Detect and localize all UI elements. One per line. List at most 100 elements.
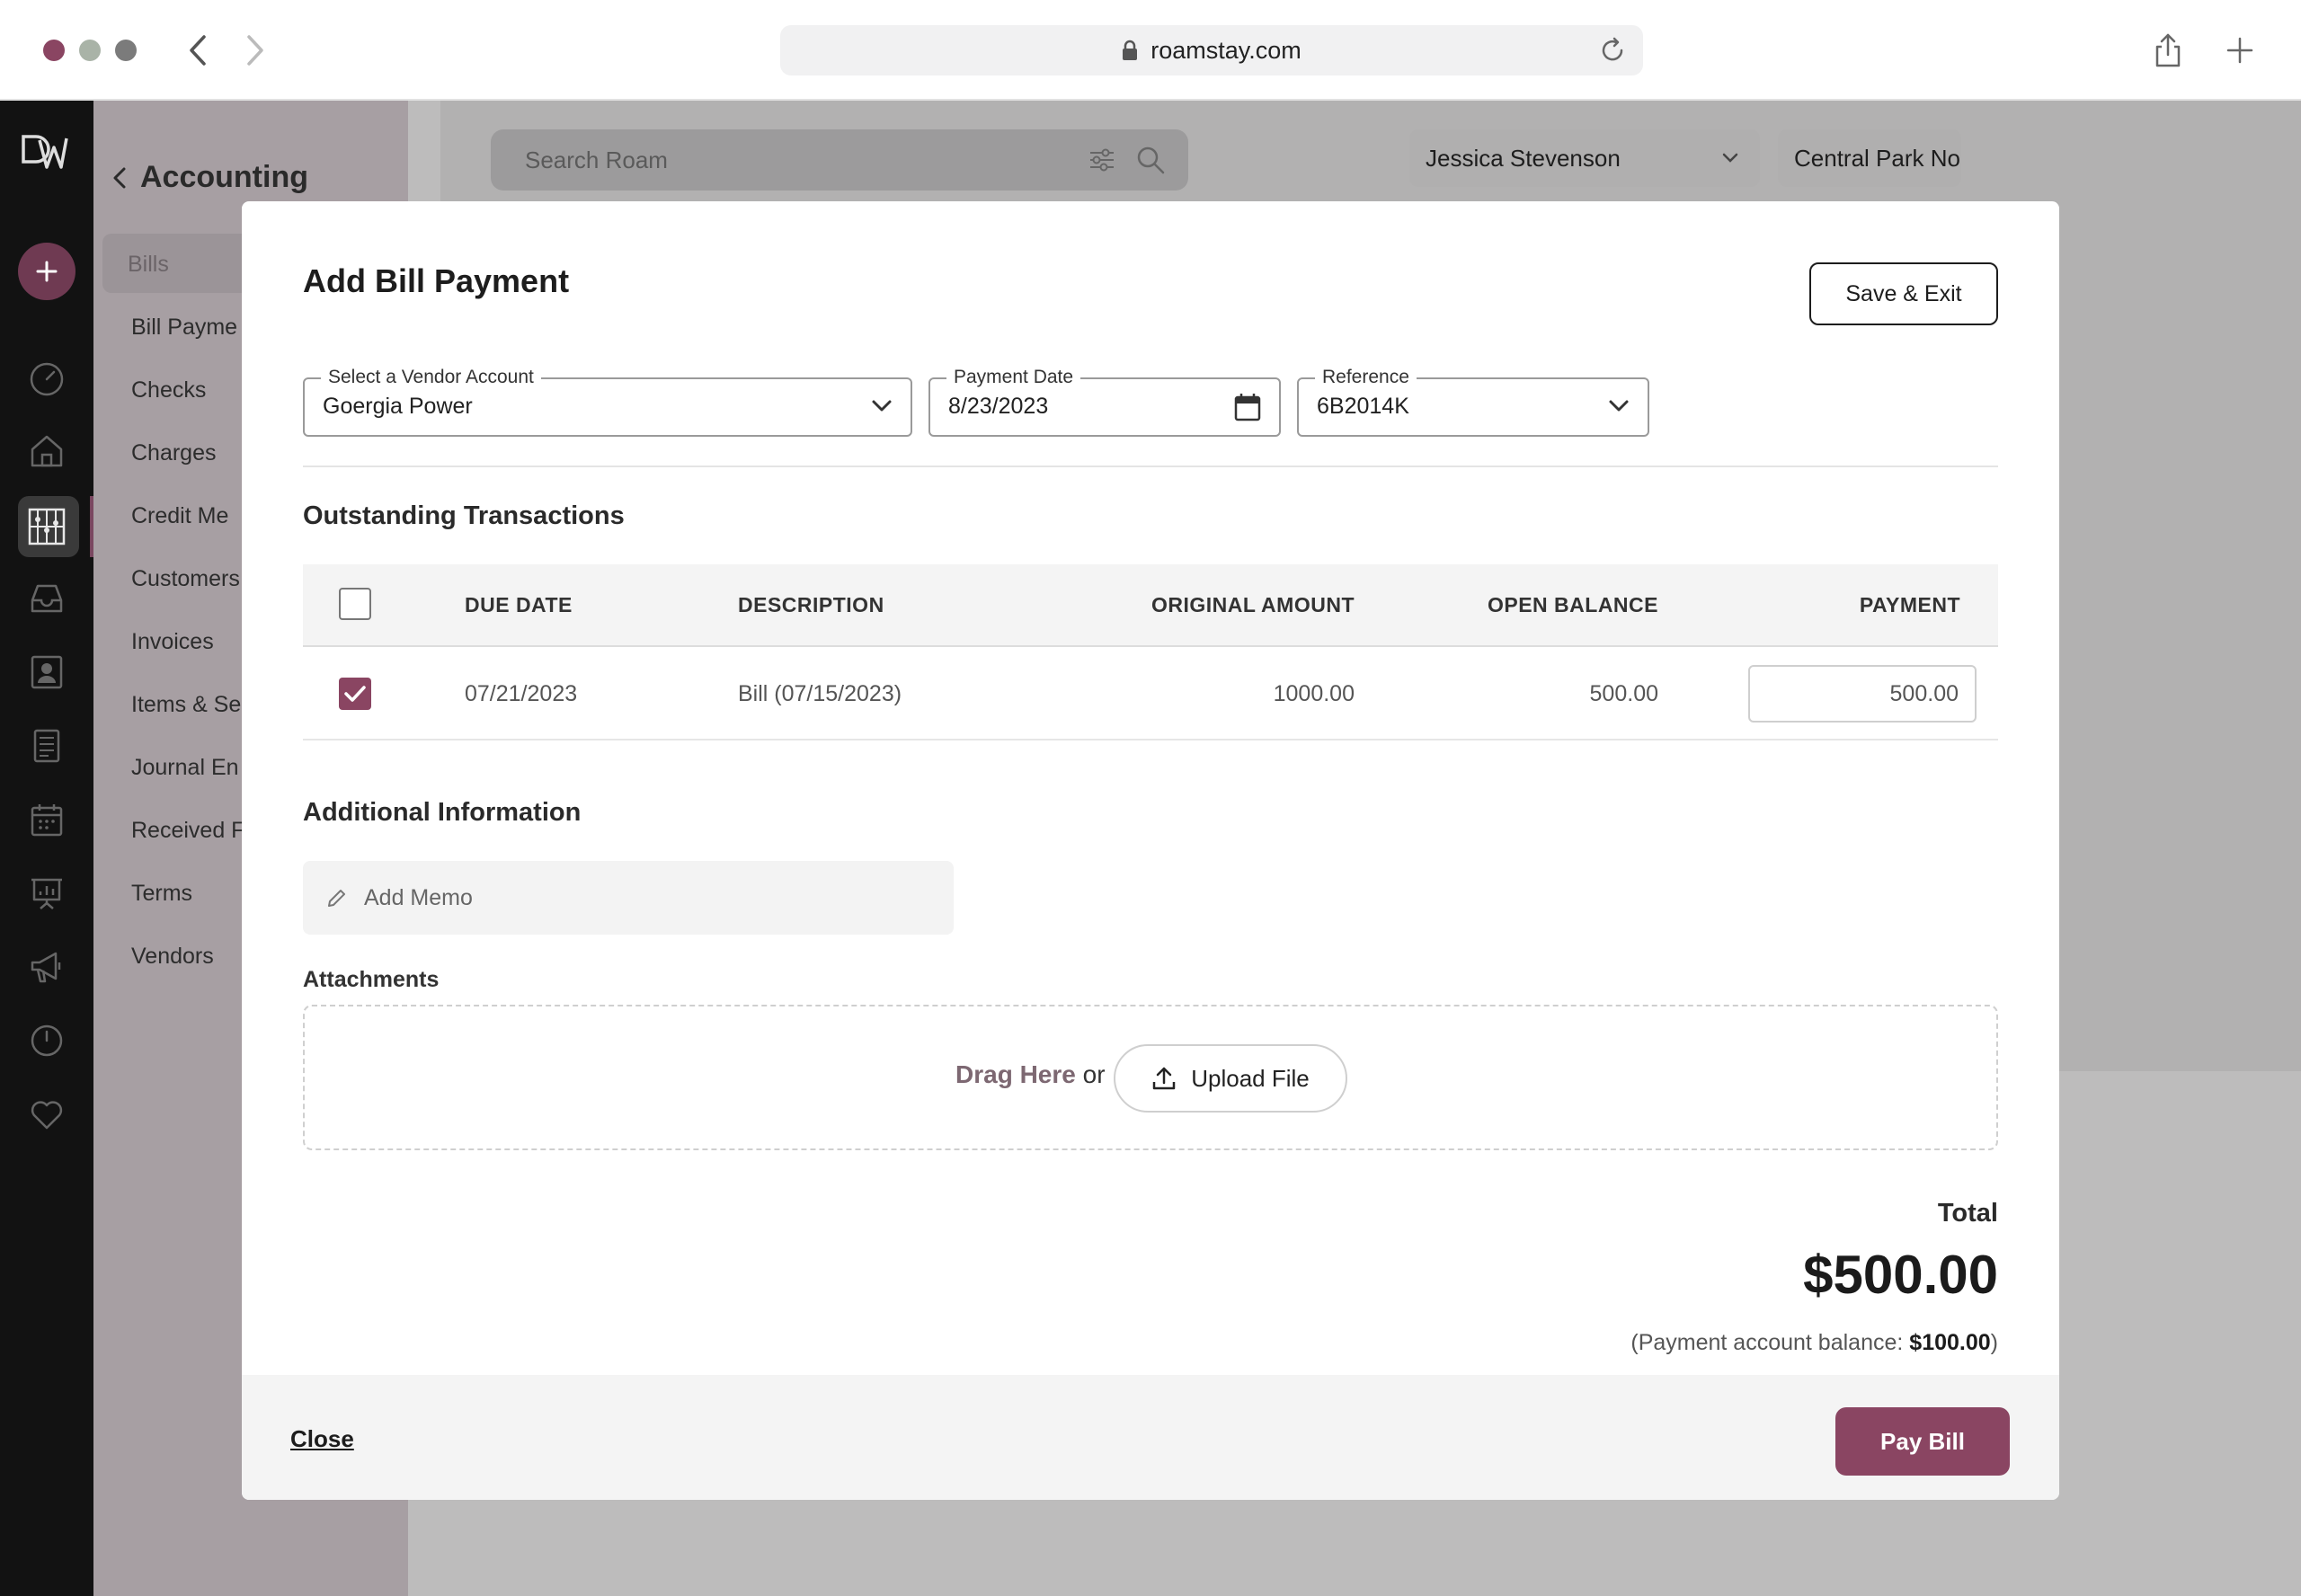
chevron-down-icon xyxy=(1722,153,1738,163)
total-label: Total xyxy=(1937,1199,1998,1228)
sidebar-item-received-payments[interactable]: Received F xyxy=(131,818,244,844)
pencil-icon xyxy=(328,890,345,907)
chevron-down-icon xyxy=(871,399,893,413)
window-close-dot[interactable] xyxy=(43,40,65,61)
memo-input[interactable]: Add Memo xyxy=(303,861,954,935)
search-icon[interactable] xyxy=(1136,146,1165,174)
contacts-icon[interactable] xyxy=(27,652,67,692)
upload-file-label: Upload File xyxy=(1191,1064,1310,1092)
column-original-amount[interactable]: ORIGINAL AMOUNT xyxy=(1151,593,1355,617)
share-icon[interactable] xyxy=(2145,27,2191,74)
column-payment[interactable]: PAYMENT xyxy=(1860,593,1960,617)
reference-select[interactable]: Reference 6B2014K xyxy=(1297,367,1649,437)
megaphone-icon[interactable] xyxy=(27,947,67,987)
presentation-icon[interactable] xyxy=(27,873,67,913)
home-icon[interactable] xyxy=(27,431,67,471)
section-divider xyxy=(303,466,1998,467)
row-checkbox[interactable] xyxy=(339,678,371,710)
modal-title: Add Bill Payment xyxy=(303,262,570,299)
sidebar-item-credit-memos[interactable]: Credit Me xyxy=(131,503,228,529)
filter-icon[interactable] xyxy=(1088,146,1116,174)
reports-icon[interactable] xyxy=(27,726,67,766)
transactions-table-header: DUE DATE DESCRIPTION ORIGINAL AMOUNT OPE… xyxy=(303,564,1998,647)
close-link[interactable]: Close xyxy=(290,1425,354,1453)
heart-icon[interactable] xyxy=(27,1095,67,1134)
sidebar-item-checks[interactable]: Checks xyxy=(131,377,206,403)
modal-footer: Close Pay Bill xyxy=(242,1375,2059,1500)
column-due-date[interactable]: DUE DATE xyxy=(465,593,573,617)
balance-value: $100.00 xyxy=(1909,1330,1991,1355)
new-tab-icon[interactable] xyxy=(2217,27,2263,74)
chevron-down-icon xyxy=(1608,399,1630,413)
property-selector[interactable]: Central Park No xyxy=(1778,129,1961,187)
additional-information-title: Additional Information xyxy=(303,798,582,827)
property-name: Central Park No xyxy=(1794,144,1960,172)
attachment-dropzone[interactable]: Drag Here or Upload File xyxy=(303,1005,1998,1150)
search-input[interactable]: Search Roam xyxy=(491,129,1188,191)
forward-arrow-icon[interactable] xyxy=(237,27,273,74)
sidebar-item-bills[interactable]: Bills xyxy=(128,252,169,278)
add-icon[interactable] xyxy=(18,243,76,300)
calendar-icon[interactable] xyxy=(1234,393,1261,421)
reference-label: Reference xyxy=(1315,367,1417,388)
payment-date-value: 8/23/2023 xyxy=(948,394,1049,419)
lock-icon xyxy=(1122,40,1138,61)
sidebar-item-customers[interactable]: Customers xyxy=(131,566,240,592)
chevron-left-icon[interactable] xyxy=(111,165,128,191)
vendor-account-value: Goergia Power xyxy=(323,394,473,419)
back-arrow-icon[interactable] xyxy=(180,27,216,74)
upload-file-button[interactable]: Upload File xyxy=(1114,1044,1347,1113)
sidebar-item-bill-payments[interactable]: Bill Payme xyxy=(131,315,237,341)
payment-amount-input[interactable]: 500.00 xyxy=(1748,665,1977,723)
sidebar-item-terms[interactable]: Terms xyxy=(131,881,192,907)
payment-account-balance: (Payment account balance: $100.00) xyxy=(1630,1330,1998,1356)
row-open-balance: 500.00 xyxy=(1589,681,1658,706)
icon-rail xyxy=(0,101,93,1596)
payment-date-field[interactable]: Payment Date 8/23/2023 xyxy=(928,367,1281,437)
dropzone-text: Drag Here or xyxy=(955,1060,1106,1089)
total-amount: $500.00 xyxy=(1803,1245,1998,1305)
checkmark-icon xyxy=(344,686,366,702)
inbox-icon[interactable] xyxy=(27,579,67,618)
user-selector[interactable]: Jessica Stevenson xyxy=(1409,129,1760,187)
add-bill-payment-modal: Add Bill Payment Save & Exit Select a Ve… xyxy=(242,201,2059,1500)
calendar-icon[interactable] xyxy=(27,800,67,839)
reload-icon[interactable] xyxy=(1598,36,1627,71)
column-open-balance[interactable]: OPEN BALANCE xyxy=(1488,593,1658,617)
sidebar-title: Accounting xyxy=(140,160,308,194)
select-all-checkbox[interactable] xyxy=(339,588,371,620)
pay-bill-button[interactable]: Pay Bill xyxy=(1835,1407,2010,1476)
row-description: Bill (07/15/2023) xyxy=(738,681,902,706)
column-description[interactable]: DESCRIPTION xyxy=(738,593,884,617)
reference-value: 6B2014K xyxy=(1317,394,1409,419)
user-name: Jessica Stevenson xyxy=(1426,144,1621,172)
sidebar-item-vendors[interactable]: Vendors xyxy=(131,944,214,970)
browser-chrome: roamstay.com xyxy=(0,0,2301,101)
save-exit-button[interactable]: Save & Exit xyxy=(1809,262,1998,325)
balance-prefix: (Payment account balance: xyxy=(1630,1330,1904,1355)
row-original-amount: 1000.00 xyxy=(1273,681,1355,706)
sidebar-item-items-services[interactable]: Items & Se xyxy=(131,692,241,718)
window-minimize-dot[interactable] xyxy=(79,40,101,61)
row-due-date: 07/21/2023 xyxy=(465,681,578,706)
window-zoom-dot[interactable] xyxy=(115,40,137,61)
drag-or-text: or xyxy=(1082,1060,1106,1088)
payment-date-label: Payment Date xyxy=(946,367,1081,388)
accounting-icon[interactable] xyxy=(27,507,67,546)
vendor-account-select[interactable]: Select a Vendor Account Goergia Power xyxy=(303,367,912,437)
upload-icon xyxy=(1152,1067,1176,1090)
sidebar-header[interactable]: Accounting xyxy=(111,160,308,195)
logo-icon[interactable] xyxy=(20,131,68,177)
dashboard-icon[interactable] xyxy=(27,359,67,399)
drag-here-text: Drag Here xyxy=(955,1060,1076,1088)
sidebar-item-journal-entries[interactable]: Journal En xyxy=(131,755,239,781)
table-row: 07/21/2023 Bill (07/15/2023) 1000.00 500… xyxy=(303,647,1998,740)
address-bar[interactable]: roamstay.com xyxy=(780,25,1643,75)
sidebar-item-charges[interactable]: Charges xyxy=(131,440,217,466)
balance-suffix: ) xyxy=(1990,1330,1998,1355)
outstanding-transactions-title: Outstanding Transactions xyxy=(303,501,625,530)
clock-icon[interactable] xyxy=(27,1021,67,1060)
search-placeholder: Search Roam xyxy=(525,146,668,173)
vendor-account-label: Select a Vendor Account xyxy=(321,367,541,388)
sidebar-item-invoices[interactable]: Invoices xyxy=(131,629,214,655)
